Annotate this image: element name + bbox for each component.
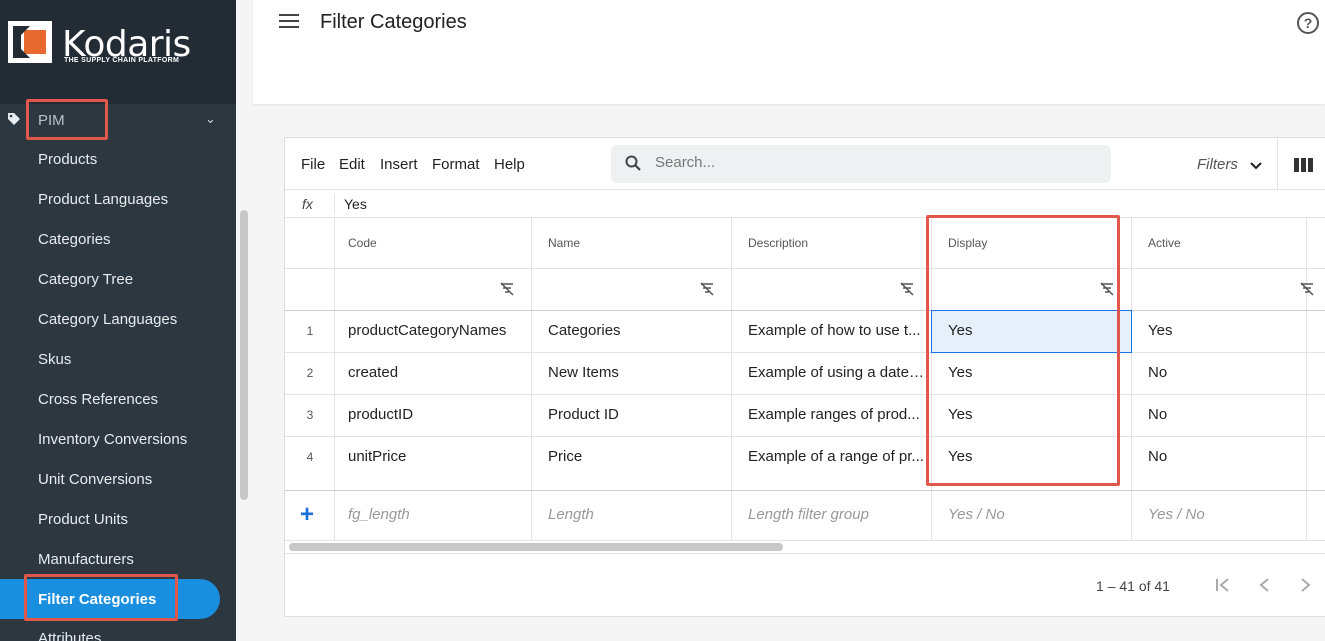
sidebar-item-category-languages[interactable]: Category Languages [38, 311, 177, 328]
table-cell[interactable]: New Items [548, 364, 724, 381]
sidebar-item-product-languages[interactable]: Product Languages [38, 191, 168, 208]
table-cell[interactable]: unitPrice [348, 448, 524, 465]
table-cell[interactable]: Example of a range of pr... [748, 448, 924, 465]
brand-tagline: THE SUPPLY CHAIN PLATFORM [64, 57, 180, 64]
previous-page-icon[interactable] [1256, 576, 1274, 594]
grid-line [1131, 218, 1132, 540]
table-cell[interactable]: Yes [1148, 322, 1298, 339]
table-cell[interactable]: Price [548, 448, 724, 465]
column-header-name[interactable]: Name [548, 236, 580, 250]
sidebar-item-manufacturers[interactable]: Manufacturers [38, 551, 134, 568]
sidebar-item-category-tree[interactable]: Category Tree [38, 271, 133, 288]
table-cell[interactable]: No [1148, 364, 1298, 381]
table-cell[interactable]: Example of using a date ... [748, 364, 924, 381]
grid-line [285, 268, 1325, 269]
grid-line [285, 540, 1325, 541]
grid-line [285, 352, 1325, 353]
sidebar-item-products[interactable]: Products [38, 151, 97, 168]
column-header-active[interactable]: Active [1148, 236, 1181, 250]
grid-line [731, 218, 732, 540]
pagination: 1 – 41 of 41 [285, 553, 1325, 618]
filter-off-icon[interactable] [699, 282, 715, 296]
sidebar-item-unit-conversions[interactable]: Unit Conversions [38, 471, 152, 488]
row-number: 3 [306, 408, 314, 422]
table-cell[interactable]: productCategoryNames [348, 322, 524, 339]
column-header-code[interactable]: Code [348, 236, 377, 250]
header: Filter Categories ? [253, 0, 1325, 104]
search-input[interactable] [655, 154, 1095, 171]
sidebar: Kodaris THE SUPPLY CHAIN PLATFORM PIM ⌄ … [0, 0, 236, 641]
grid-line [1306, 218, 1307, 540]
horizontal-scrollbar[interactable] [289, 543, 783, 551]
menu-insert[interactable]: Insert [380, 156, 418, 173]
menu-edit[interactable]: Edit [339, 156, 365, 173]
menu-file[interactable]: File [301, 156, 325, 173]
sidebar-item-inventory-conversions[interactable]: Inventory Conversions [38, 431, 187, 448]
grid-line [285, 310, 1325, 311]
sidebar-item-product-units[interactable]: Product Units [38, 511, 128, 528]
filter-off-icon[interactable] [1299, 282, 1315, 296]
menu-bar: File Edit Insert Format Help Filters [285, 138, 1325, 190]
new-row-input[interactable]: Yes / No [1148, 506, 1298, 523]
formula-bar: fx Yes [285, 190, 1325, 218]
search-icon [625, 155, 641, 171]
new-row-input[interactable]: Length [548, 506, 724, 523]
sidebar-item-skus[interactable]: Skus [38, 351, 71, 368]
highlight-display-column [926, 215, 1120, 486]
sidebar-item-cross-references[interactable]: Cross References [38, 391, 158, 408]
help-icon[interactable]: ? [1297, 12, 1319, 34]
pagination-range: 1 – 41 of 41 [1096, 578, 1170, 594]
next-page-icon[interactable] [1296, 576, 1314, 594]
row-number: 2 [306, 366, 314, 380]
table-cell[interactable]: Example of how to use t... [748, 322, 924, 339]
sidebar-scrollbar[interactable] [240, 210, 248, 500]
page-title: Filter Categories [320, 11, 467, 33]
column-header-description[interactable]: Description [748, 236, 808, 250]
formula-input[interactable]: Yes [344, 196, 367, 212]
formula-label: fx [302, 196, 313, 212]
grid-line [285, 490, 1325, 491]
logo-area: Kodaris THE SUPPLY CHAIN PLATFORM [0, 0, 236, 104]
columns-icon[interactable] [1294, 158, 1313, 172]
divider [334, 194, 335, 214]
row-number: 1 [306, 324, 314, 338]
grid-line [285, 394, 1325, 395]
filter-off-icon[interactable] [899, 282, 915, 296]
highlight-filter-categories [24, 574, 178, 621]
grid-line [285, 436, 1325, 437]
add-row-button[interactable]: + [300, 501, 314, 529]
table-cell[interactable]: No [1148, 448, 1298, 465]
kodaris-logo-icon [8, 21, 52, 63]
table-cell[interactable]: Categories [548, 322, 724, 339]
highlight-pim [26, 99, 108, 140]
menu-help[interactable]: Help [494, 156, 525, 173]
table-cell[interactable]: created [348, 364, 524, 381]
first-page-icon[interactable] [1214, 576, 1232, 594]
sidebar-item-attributes[interactable]: Attributes [38, 630, 101, 641]
menu-icon[interactable] [279, 14, 299, 30]
search-box[interactable] [611, 145, 1111, 183]
chevron-down-icon[interactable]: ⌄ [205, 111, 216, 127]
spreadsheet-panel: File Edit Insert Format Help Filters fx … [284, 137, 1325, 617]
chevron-down-icon[interactable] [1250, 160, 1262, 172]
filter-off-icon[interactable] [499, 282, 515, 296]
grid-line [531, 218, 532, 540]
tag-icon [8, 113, 20, 125]
table-cell[interactable]: Example ranges of prod... [748, 406, 924, 423]
new-row-input[interactable]: Yes / No [948, 506, 1124, 523]
menu-format[interactable]: Format [432, 156, 480, 173]
sidebar-item-categories[interactable]: Categories [38, 231, 111, 248]
filters-dropdown[interactable]: Filters [1197, 156, 1238, 173]
table-cell[interactable]: Product ID [548, 406, 724, 423]
row-number: 4 [306, 450, 314, 464]
divider [1277, 138, 1278, 190]
table-cell[interactable]: No [1148, 406, 1298, 423]
table-cell[interactable]: productID [348, 406, 524, 423]
new-row-input[interactable]: fg_length [348, 506, 524, 523]
new-row-input[interactable]: Length filter group [748, 506, 924, 523]
